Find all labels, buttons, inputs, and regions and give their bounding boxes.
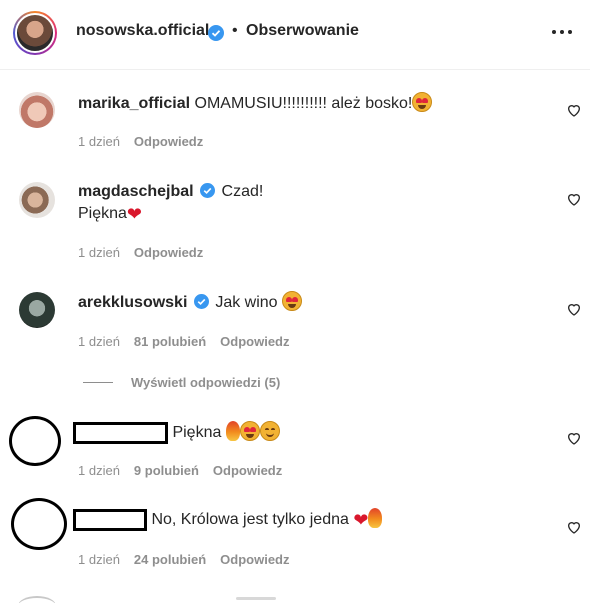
smiling-hearts-emoji-icon [259,421,280,441]
likes-count[interactable]: 9 polubień [134,463,199,478]
heart-eyes-emoji-icon [412,92,433,112]
redacted-avatar[interactable] [9,416,61,466]
comment-time[interactable]: 1 dzień [78,552,120,567]
replies-divider [83,382,113,383]
like-heart-icon[interactable] [566,102,582,118]
commenter-avatar[interactable] [19,182,55,218]
comment-username[interactable]: marika_official [78,95,190,112]
reply-button[interactable]: Odpowiedz [134,245,203,260]
comment-text: Czad! [221,183,264,200]
reply-button[interactable]: Odpowiedz [134,134,203,149]
red-heart-emoji-icon: ❤ [126,204,143,224]
redacted-username[interactable] [73,421,168,444]
redacted-username[interactable] [73,508,147,531]
comment-text: Piękna [172,424,222,441]
reply-button[interactable]: Odpowiedz [220,334,289,349]
comment-time[interactable]: 1 dzień [78,134,120,149]
verified-badge-icon [193,294,209,309]
redacted-avatar[interactable] [11,498,67,550]
like-heart-icon[interactable] [566,430,582,446]
heart-eyes-emoji-icon [282,291,303,311]
author-username[interactable]: nosowska.official [76,22,209,40]
comment-time[interactable]: 1 dzień [78,463,120,478]
comment-username[interactable]: arekklusowski [78,294,187,311]
separator-dot: • [232,22,238,39]
following-button[interactable]: Obserwowanie [246,22,359,40]
view-replies-label: Wyświetl odpowiedzi (5) [131,375,281,390]
comment-text-line2: Piękna [78,205,127,222]
likes-count[interactable]: 24 polubień [134,552,206,567]
commenter-avatar[interactable] [19,292,55,328]
commenter-avatar[interactable] [19,92,55,128]
reply-button[interactable]: Odpowiedz [213,463,282,478]
like-heart-icon[interactable] [566,301,582,317]
comment-username[interactable]: magdaschejbal [78,183,194,200]
comment-text: No, Królowa jest tylko jedna [151,511,349,528]
more-horizontal-icon[interactable] [552,30,572,34]
like-heart-icon[interactable] [566,191,582,207]
next-comment-partial [236,597,276,600]
comment-time[interactable]: 1 dzień [78,334,120,349]
likes-count[interactable]: 81 polubień [134,334,206,349]
fire-emoji-icon [225,421,240,441]
comment-time[interactable]: 1 dzień [78,245,120,260]
verified-badge-icon [200,183,216,198]
red-heart-emoji-icon: ❤ [353,510,369,530]
fire-emoji-icon [368,508,383,528]
comment-text: Jak wino [215,294,278,311]
comment-text: OMAMUSIU!!!!!!!!!! ależ bosko! [194,95,413,112]
like-heart-icon[interactable] [566,519,582,535]
reply-button[interactable]: Odpowiedz [220,552,289,567]
next-commenter-avatar-partial [18,596,56,603]
view-replies-button[interactable]: Wyświetl odpowiedzi (5) [83,375,280,390]
author-avatar[interactable] [13,11,57,55]
post-header: nosowska.official • Obserwowanie [0,0,590,70]
verified-badge-icon [208,25,224,41]
heart-eyes-emoji-icon [239,421,260,441]
